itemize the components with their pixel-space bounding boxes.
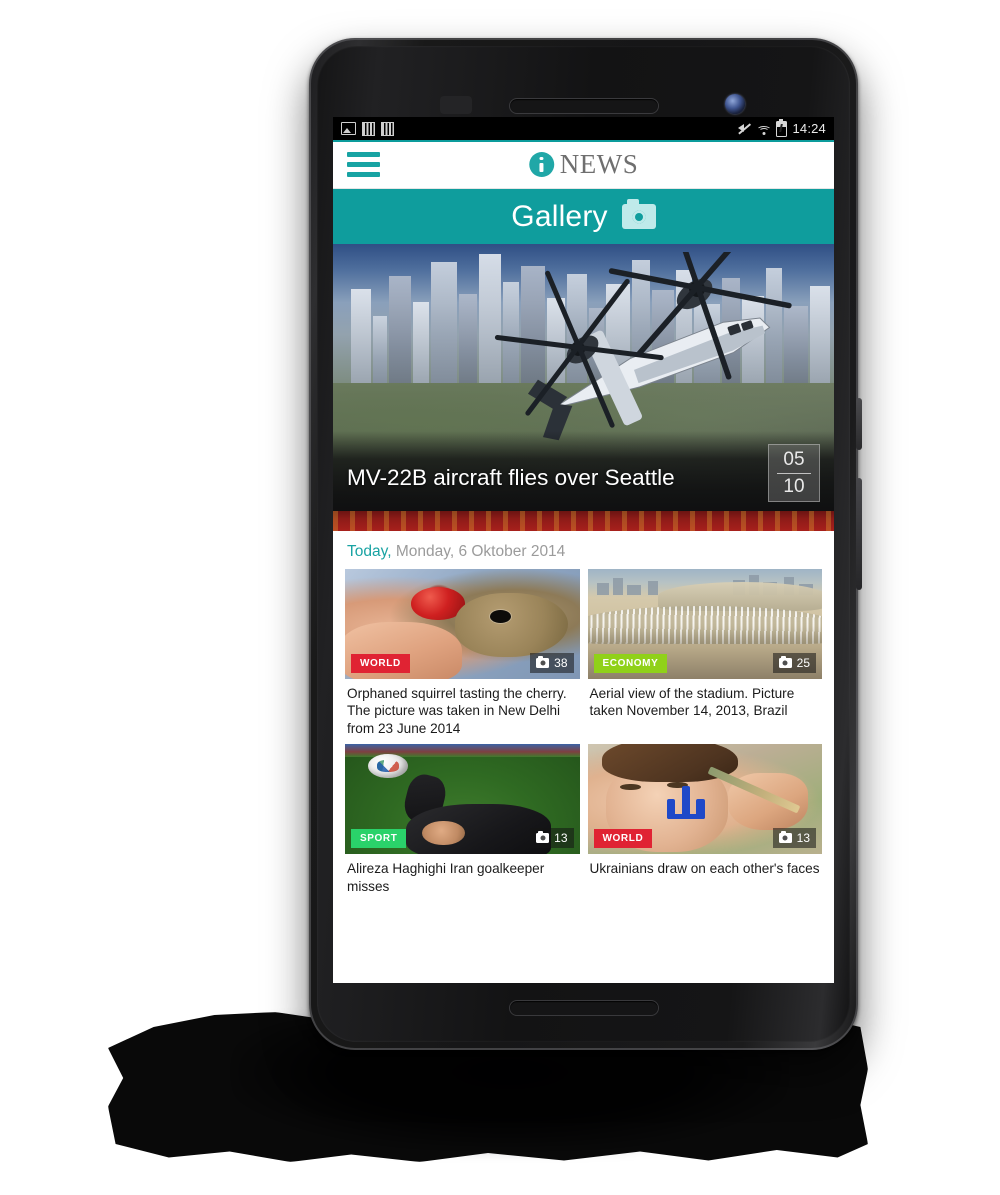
sim-bars-icon — [362, 121, 375, 136]
gallery-card[interactable]: SPORT 13 Alireza Haghighi Iran goalkeepe… — [345, 744, 580, 899]
photo-count-value: 13 — [554, 831, 568, 846]
bottom-speaker — [508, 1000, 659, 1016]
category-badge[interactable]: ECONOMY — [593, 654, 668, 673]
date-row: Today, Monday, 6 Oktober 2014 — [333, 531, 834, 569]
counter-total: 10 — [783, 475, 805, 497]
earpiece-speaker — [508, 98, 659, 114]
squirrel-head-shape — [455, 593, 568, 657]
sim-bars-icon — [381, 121, 394, 136]
camera-icon — [621, 199, 656, 229]
card-image[interactable]: ECONOMY 25 — [587, 569, 822, 679]
brand-title: NEWS — [559, 148, 639, 179]
front-camera-icon — [725, 94, 745, 114]
camera-icon — [778, 655, 792, 668]
camera-icon — [536, 830, 550, 844]
brand-logo[interactable]: NEWS — [528, 148, 639, 180]
phone-device-frame: 14:24 NEWS Gallery MV-22B aircraft flies… — [309, 38, 862, 1050]
category-badge[interactable]: WORLD — [351, 654, 410, 673]
counter-divider — [777, 472, 811, 474]
football-shape — [368, 754, 409, 779]
volume-button[interactable] — [856, 478, 862, 590]
hero-featured-item[interactable]: MV-22B aircraft flies over Seattle 05 10 — [333, 244, 834, 511]
info-circle-icon — [528, 151, 554, 177]
battery-icon — [776, 118, 788, 137]
photo-count-value: 13 — [796, 831, 810, 846]
card-caption: Orphaned squirrel tasting the cherry. Th… — [347, 686, 567, 736]
photo-count: 13 — [530, 828, 574, 849]
gallery-list: Today, Monday, 6 Oktober 2014 WORLD 38 O… — [333, 531, 834, 905]
gallery-card[interactable]: ECONOMY 25 Aerial view of the stadium. P… — [587, 569, 822, 742]
hamburger-menu-icon[interactable] — [347, 151, 380, 177]
photo-count-value: 25 — [796, 656, 810, 670]
status-bar-left-icons — [341, 121, 394, 136]
gallery-grid: WORLD 38 Orphaned squirrel tasting the c… — [333, 569, 834, 899]
power-button[interactable] — [856, 398, 862, 450]
gallery-card[interactable]: WORLD 38 Orphaned squirrel tasting the c… — [345, 569, 580, 742]
photo-count: 13 — [772, 828, 816, 849]
mute-icon — [737, 122, 751, 135]
camera-icon — [536, 655, 550, 668]
card-caption: Aerial view of the stadium. Picture take… — [589, 686, 795, 719]
section-header-gallery: Gallery — [333, 189, 834, 244]
date-full-text: Monday, 6 Oktober 2014 — [395, 543, 566, 560]
status-bar-clock: 14:24 — [792, 121, 826, 136]
category-badge[interactable]: SPORT — [351, 829, 407, 849]
date-today-label: Today, — [347, 543, 392, 560]
proximity-sensor — [440, 96, 472, 114]
card-image[interactable]: SPORT 13 — [345, 744, 580, 855]
hamburger-bar — [347, 151, 380, 157]
card-caption: Alireza Haghighi Iran goalkeeper misses — [347, 861, 545, 894]
app-bar: NEWS — [333, 140, 834, 189]
card-caption: Ukrainians draw on each other's faces — [589, 861, 820, 877]
hamburger-bar — [347, 161, 380, 167]
card-image[interactable]: WORLD 38 — [345, 569, 580, 679]
photo-count: 38 — [530, 653, 574, 673]
hero-pagination-counter: 05 10 — [768, 444, 820, 502]
wifi-icon — [756, 123, 772, 135]
camera-icon — [778, 830, 792, 844]
phone-screen: 14:24 NEWS Gallery MV-22B aircraft flies… — [333, 117, 834, 983]
trident-paint-shape — [667, 785, 705, 819]
status-bar: 14:24 — [333, 117, 834, 140]
gallery-card[interactable]: WORLD 13 Ukrainians draw on each other's… — [587, 744, 822, 899]
hero-next-item-peek[interactable] — [333, 511, 834, 531]
hamburger-bar — [347, 171, 380, 177]
status-bar-right-icons: 14:24 — [737, 118, 826, 137]
category-badge[interactable]: WORLD — [593, 829, 653, 849]
card-image[interactable]: WORLD 13 — [587, 744, 822, 855]
photo-count: 25 — [772, 653, 816, 673]
photo-count-value: 38 — [554, 656, 568, 670]
stadium-roof-shape — [587, 606, 822, 644]
photo-icon — [341, 122, 356, 135]
counter-current: 05 — [783, 449, 805, 471]
section-title: Gallery — [511, 199, 608, 233]
goalkeeper-face-shape — [422, 821, 465, 846]
hero-caption: MV-22B aircraft flies over Seattle — [347, 465, 675, 490]
